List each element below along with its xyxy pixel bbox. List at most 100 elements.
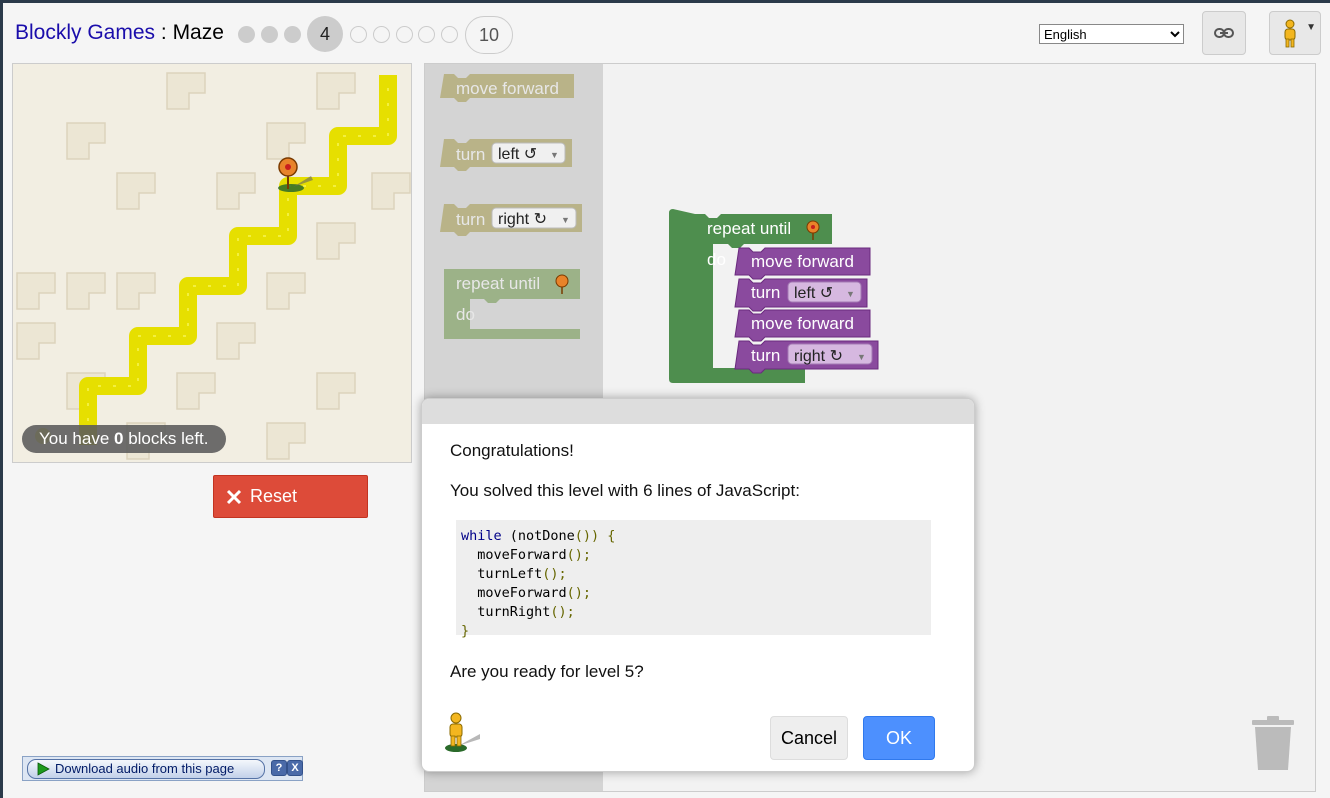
maze-wall-tile <box>16 272 56 310</box>
program-block2-dir-label: left ↺ <box>794 285 833 302</box>
toolbox-move-forward-label: move forward <box>456 79 559 98</box>
close-x-icon <box>226 489 242 504</box>
page: Blockly Games : Maze 4 10 English ▼ You … <box>3 3 1330 798</box>
code-punct: ()) { <box>574 528 616 544</box>
pegman-icon <box>445 712 480 752</box>
link-button[interactable] <box>1202 11 1246 55</box>
dialog-question: Are you ready for level 5? <box>450 662 644 681</box>
language-select[interactable]: English <box>1039 24 1184 44</box>
toolbox-turn-left-dropdown: left ↺ ▼ <box>491 142 566 164</box>
trash-can-icon[interactable] <box>1251 716 1295 772</box>
level-7-dot[interactable] <box>396 26 413 43</box>
toolbox-left-label: left ↺ <box>498 146 537 163</box>
program-turn-left-block: turn left ↺ ▼ <box>734 278 868 312</box>
program-move-forward-block-1: move forward <box>734 247 871 280</box>
code-line-1: while (notDone()) { <box>461 527 926 546</box>
maze-wall-tile <box>176 372 216 410</box>
code-line-6: } <box>461 622 926 641</box>
maze-wall-tile <box>216 172 256 210</box>
toolbox-move-forward-block: move forward <box>440 74 574 102</box>
maze-wall-tile <box>166 72 206 110</box>
code-line-4: moveForward(); <box>461 584 926 603</box>
level-2-dot[interactable] <box>261 26 278 43</box>
level-3-dot[interactable] <box>284 26 301 43</box>
toolbox-turn-label: turn <box>456 145 485 164</box>
program-block1-label: move forward <box>751 252 854 271</box>
maze-wall-tile <box>266 272 306 310</box>
program-block4-dir-label: right ↻ <box>794 348 843 365</box>
maze-wall-tile <box>216 322 256 360</box>
download-audio-button[interactable]: Download audio from this page <box>27 759 265 779</box>
level-5-dot[interactable] <box>350 26 367 43</box>
code-punct: (); <box>550 604 575 620</box>
dialog-header-bar <box>422 399 974 424</box>
program-do-label: do <box>707 250 726 269</box>
code-punct: } <box>461 623 470 639</box>
dropdown-caret-icon: ▼ <box>1306 22 1316 33</box>
maze-wall-tile <box>316 372 356 410</box>
code-punct: (); <box>566 585 592 601</box>
code-line-3: turnLeft(); <box>461 565 926 584</box>
code-text: moveForward <box>461 547 567 563</box>
app-name-link[interactable]: Blockly Games <box>15 21 155 44</box>
maze-wall-tile <box>16 322 56 360</box>
code-text: (notDone <box>501 528 575 544</box>
level-9-dot[interactable] <box>441 26 458 43</box>
cancel-button[interactable]: Cancel <box>770 716 848 760</box>
code-keyword: while <box>461 528 502 544</box>
code-line-2: moveForward(); <box>461 546 926 565</box>
pegman-avatar-button[interactable]: ▼ <box>1269 11 1321 55</box>
ok-button[interactable]: OK <box>863 716 935 760</box>
blocks-left-suffix: blocks left. <box>123 429 209 448</box>
link-icon <box>1214 28 1234 38</box>
code-text: turnLeft <box>461 566 543 582</box>
blocks-left-prefix: You have <box>39 429 114 448</box>
program-block3-label: move forward <box>751 314 854 333</box>
toolbox-turn-label-2: turn <box>456 210 485 229</box>
solution-code-block: while (notDone()) { moveForward(); turnL… <box>456 520 931 639</box>
program-block2-turn-label: turn <box>751 283 780 302</box>
svg-text:▼: ▼ <box>846 289 855 299</box>
reset-label: Reset <box>250 486 298 506</box>
level-10-button[interactable]: 10 <box>465 16 513 54</box>
code-line-5: turnRight(); <box>461 603 926 622</box>
maze-wall-tile <box>316 72 356 110</box>
audio-help-button[interactable]: ? <box>271 760 287 776</box>
toolbox-repeat-until-label: repeat until <box>456 274 540 293</box>
program-repeat-until-label: repeat until <box>707 219 791 238</box>
header: Blockly Games : Maze 4 10 English ▼ <box>3 3 1330 61</box>
maze-wall-tile <box>371 172 411 210</box>
code-punct: (); <box>542 566 567 582</box>
level-6-dot[interactable] <box>373 26 390 43</box>
download-audio-bar: Download audio from this page ? X <box>22 756 303 781</box>
code-text: moveForward <box>461 585 567 601</box>
maze-wall-tile <box>66 272 106 310</box>
maze-wall-tile <box>316 222 356 260</box>
audio-close-button[interactable]: X <box>287 760 303 776</box>
maze-wall-tile <box>116 172 156 210</box>
game-name: Maze <box>172 21 224 44</box>
maze-board: You have 0 blocks left. <box>12 63 412 463</box>
program-block4-turn-label: turn <box>751 346 780 365</box>
reset-button[interactable]: Reset <box>213 475 368 518</box>
program-turn-right-block: turn right ↻ ▼ <box>734 340 879 374</box>
level-1-dot[interactable] <box>238 26 255 43</box>
maze-wall-tile <box>116 272 156 310</box>
svg-text:▼: ▼ <box>550 150 559 160</box>
congratulations-dialog: Congratulations! You solved this level w… <box>421 398 975 772</box>
dialog-congrats: Congratulations! <box>450 441 574 460</box>
maze-wall-tile <box>66 122 106 160</box>
title-separator: : <box>155 21 173 44</box>
toolbox-turn-right-dropdown: right ↻ ▼ <box>491 207 577 229</box>
toolbox-right-label: right ↻ <box>498 211 547 228</box>
svg-text:▼: ▼ <box>857 352 866 362</box>
play-icon <box>37 762 50 776</box>
code-text: turnRight <box>461 604 551 620</box>
program-move-forward-block-2: move forward <box>734 309 871 342</box>
level-8-dot[interactable] <box>418 26 435 43</box>
pegman-icon <box>1284 19 1296 48</box>
maze-wall-tile <box>266 122 306 160</box>
maze-wall-tile <box>266 422 306 460</box>
toolbox-do-label: do <box>456 305 475 324</box>
download-audio-label: Download audio from this page <box>55 761 235 776</box>
